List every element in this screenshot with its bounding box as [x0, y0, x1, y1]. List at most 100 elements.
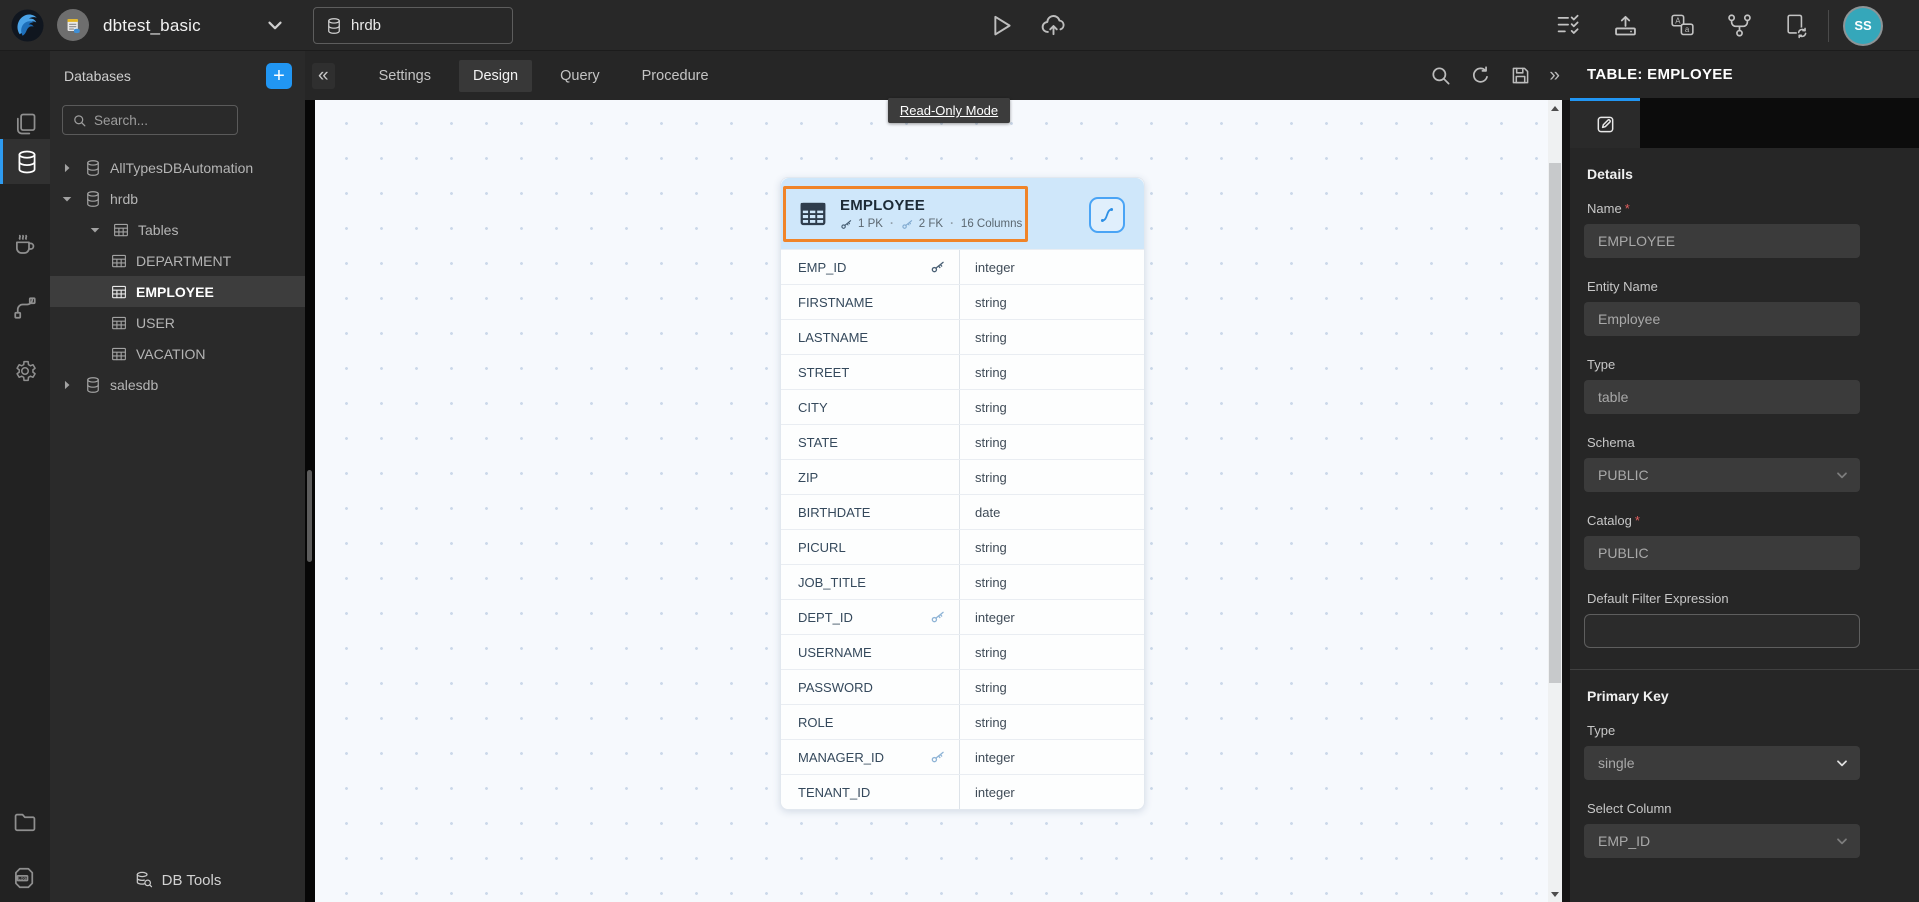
- field-input[interactable]: Employee: [1584, 302, 1860, 336]
- sidebar-search[interactable]: [62, 105, 238, 135]
- project-avatar-icon[interactable]: [57, 9, 89, 41]
- column-row-dept_id[interactable]: DEPT_IDinteger: [781, 599, 1144, 634]
- rail-item-services[interactable]: [0, 223, 50, 268]
- chevron-down-icon: [1834, 833, 1850, 849]
- tree-item-user[interactable]: USER: [50, 307, 305, 338]
- field-label: Name*: [1587, 201, 1919, 216]
- tree-item-hrdb[interactable]: hrdb: [50, 183, 305, 214]
- tree-item-department[interactable]: DEPARTMENT: [50, 245, 305, 276]
- run-button[interactable]: [986, 11, 1013, 38]
- sync-doc-icon[interactable]: [1783, 12, 1810, 39]
- field-select[interactable]: single: [1584, 746, 1860, 780]
- column-type: integer: [959, 600, 1144, 634]
- tab-settings[interactable]: Settings: [365, 60, 445, 92]
- expand-panel-icon[interactable]: »: [1549, 65, 1560, 87]
- column-row-manager_id[interactable]: MANAGER_IDinteger: [781, 739, 1144, 774]
- tab-procedure[interactable]: Procedure: [628, 60, 723, 92]
- add-relationship-button[interactable]: [1089, 197, 1125, 233]
- field-input[interactable]: PUBLIC: [1584, 536, 1860, 570]
- table-card-header[interactable]: EMPLOYEE 1 PK · 2 FK · 16 Columns: [781, 178, 1144, 249]
- rail-item-databases[interactable]: [0, 139, 50, 184]
- app-logo-icon: [10, 8, 45, 43]
- cloud-deploy-button[interactable]: [1040, 11, 1067, 38]
- search-icon[interactable]: [1429, 64, 1452, 87]
- caret-down-icon[interactable]: [58, 190, 76, 208]
- field-label: Type: [1587, 357, 1919, 372]
- add-database-button[interactable]: +: [266, 63, 292, 89]
- field-select[interactable]: EMP_ID: [1584, 824, 1860, 858]
- field-type: Type table: [1584, 357, 1919, 414]
- column-row-password[interactable]: PASSWORDstring: [781, 669, 1144, 704]
- log-icon: LOG: [12, 865, 38, 891]
- tree-item-employee[interactable]: EMPLOYEE: [50, 276, 305, 307]
- database-icon: [14, 149, 40, 175]
- publish-icon[interactable]: [1612, 12, 1639, 39]
- field-select[interactable]: PUBLIC: [1584, 458, 1860, 492]
- tree-item-label: EMPLOYEE: [136, 284, 214, 300]
- tree-item-tables[interactable]: Tables: [50, 214, 305, 245]
- database-tab-hrdb[interactable]: hrdb: [313, 7, 513, 44]
- rail-item-settings[interactable]: [0, 348, 50, 393]
- column-row-lastname[interactable]: LASTNAMEstring: [781, 319, 1144, 354]
- pk-key-icon: [930, 259, 946, 275]
- caret-right-icon[interactable]: [58, 376, 76, 394]
- column-row-role[interactable]: ROLEstring: [781, 704, 1144, 739]
- column-row-city[interactable]: CITYstring: [781, 389, 1144, 424]
- tab-edit-table[interactable]: [1570, 98, 1640, 148]
- tab-query[interactable]: Query: [546, 60, 614, 92]
- field-schema: SchemaPUBLIC: [1584, 435, 1919, 492]
- column-row-emp_id[interactable]: EMP_IDinteger: [781, 249, 1144, 284]
- column-type: string: [959, 425, 1144, 459]
- rail-item-integrations[interactable]: [0, 285, 50, 330]
- column-row-birthdate[interactable]: BIRTHDATEdate: [781, 494, 1144, 529]
- column-type: date: [959, 495, 1144, 529]
- tree-item-vacation[interactable]: VACATION: [50, 338, 305, 369]
- column-row-job_title[interactable]: JOB_TITLEstring: [781, 564, 1144, 599]
- tree-item-alltypesdbautomation[interactable]: AllTypesDBAutomation: [50, 152, 305, 183]
- column-row-state[interactable]: STATEstring: [781, 424, 1144, 459]
- user-avatar[interactable]: SS: [1845, 8, 1881, 44]
- project-name[interactable]: dbtest_basic: [103, 0, 201, 51]
- gear-icon: [12, 358, 38, 384]
- inspector-body: DetailsName*EMPLOYEEEntity NameEmployeeT…: [1570, 148, 1919, 858]
- column-type: string: [959, 565, 1144, 599]
- caret-right-icon[interactable]: [58, 159, 76, 177]
- task-list-icon[interactable]: [1555, 12, 1582, 39]
- column-name: USERNAME: [781, 635, 959, 669]
- column-row-firstname[interactable]: FIRSTNAMEstring: [781, 284, 1144, 319]
- fork-icon[interactable]: [1726, 12, 1753, 39]
- tree-item-salesdb[interactable]: salesdb: [50, 369, 305, 400]
- column-row-picurl[interactable]: PICURLstring: [781, 529, 1144, 564]
- caret-down-icon[interactable]: [86, 221, 104, 239]
- sidebar-scrollbar-thumb[interactable]: [307, 470, 312, 562]
- rail-item-logs[interactable]: LOG: [0, 855, 50, 900]
- column-row-tenant_id[interactable]: TENANT_IDinteger: [781, 774, 1144, 809]
- save-icon[interactable]: [1509, 64, 1532, 87]
- column-row-username[interactable]: USERNAMEstring: [781, 634, 1144, 669]
- db-tools-button[interactable]: DB Tools: [50, 865, 305, 895]
- column-type: string: [959, 390, 1144, 424]
- collapse-sidebar-icon[interactable]: «: [312, 63, 335, 89]
- translate-icon[interactable]: Aa: [1669, 12, 1696, 39]
- chevron-down-icon[interactable]: [264, 14, 286, 36]
- field-input[interactable]: EMPLOYEE: [1584, 224, 1860, 258]
- field-input[interactable]: [1584, 614, 1860, 648]
- scroll-up-arrow[interactable]: [1548, 100, 1562, 116]
- field-input[interactable]: table: [1584, 380, 1860, 414]
- column-row-zip[interactable]: ZIPstring: [781, 459, 1144, 494]
- canvas-scrollbar-thumb[interactable]: [1549, 163, 1561, 683]
- pipeline-icon: [12, 295, 38, 321]
- search-input[interactable]: [94, 113, 214, 128]
- columns-summary: 16 Columns: [961, 218, 1022, 230]
- rail-item-files[interactable]: [0, 799, 50, 844]
- field-select-column: Select ColumnEMP_ID: [1584, 801, 1919, 858]
- refresh-icon[interactable]: [1469, 64, 1492, 87]
- svg-text:A: A: [1675, 16, 1681, 25]
- scroll-down-arrow[interactable]: [1548, 886, 1562, 902]
- tab-design[interactable]: Design: [459, 60, 532, 92]
- svg-text:a: a: [1685, 25, 1690, 34]
- employee-table-card[interactable]: EMPLOYEE 1 PK · 2 FK · 16 Columns: [780, 177, 1145, 810]
- design-canvas[interactable]: Read-Only Mode EMPLOYEE 1 PK ·: [315, 100, 1548, 902]
- column-row-street[interactable]: STREETstring: [781, 354, 1144, 389]
- column-name: FIRSTNAME: [781, 285, 959, 319]
